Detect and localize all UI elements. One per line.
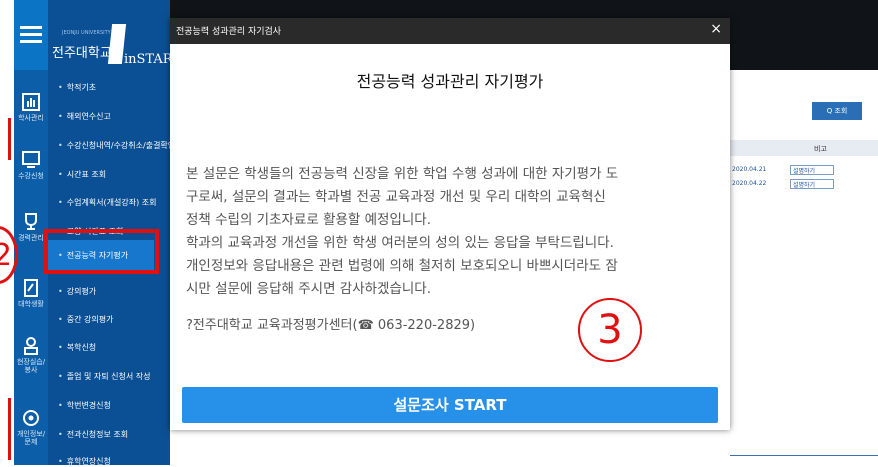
survey-start-button[interactable]: 설문조사 START <box>182 387 718 423</box>
rail-item-label: 경력관리 <box>18 234 44 242</box>
annotation-dash <box>8 398 11 460</box>
annotation-dash <box>8 118 11 160</box>
gear-icon <box>23 410 39 426</box>
table-row: 2020.04.21 설명하기 <box>730 164 878 176</box>
menu-item[interactable]: 중간 강의평가 <box>58 314 114 325</box>
table-header: 비고 <box>730 140 878 156</box>
modal-body: 본 설문은 학생들의 전공능력 신장을 위한 학업 수행 성과에 대한 자기평가… <box>186 163 716 301</box>
menu-item[interactable]: 전과신청정보 조회 <box>58 429 128 440</box>
rail-item-academic[interactable]: 학사관리 <box>14 92 48 122</box>
background-content <box>730 70 878 465</box>
menu-item[interactable]: 수업계획서(개설강좌) 조회 <box>58 197 157 208</box>
modal-contact: ?전주대학교 교육과정평가센터(☎ 063-220-2829) <box>186 318 476 333</box>
rail-item-career[interactable]: 경력관리 <box>14 212 48 242</box>
person-icon <box>24 337 38 355</box>
rail-item-registration[interactable]: 수강신청 <box>14 150 48 180</box>
rail-item-personal[interactable]: 개인정보/문제 <box>14 408 48 446</box>
menu-item[interactable]: 복학신청 <box>58 342 96 353</box>
table-header-remark: 비고 <box>814 145 827 153</box>
table-row-button[interactable]: 설명하기 <box>790 165 834 175</box>
trophy-icon <box>25 213 37 230</box>
modal-body-line: 정책 수립의 기초자료로 활용할 예정입니다. <box>186 212 432 228</box>
chart-icon <box>22 93 40 111</box>
close-icon[interactable]: × <box>710 21 722 37</box>
table-row-date: 2020.04.21 <box>732 166 767 173</box>
menu-item[interactable]: 시간표 조회 <box>58 169 106 180</box>
table-row-date: 2020.04.22 <box>732 180 767 187</box>
menu-item[interactable]: 졸업 및 자퇴 신청서 작성 <box>58 371 151 382</box>
document-icon <box>24 279 38 297</box>
rail-item-label: 학사관리 <box>18 114 44 122</box>
table-row-button[interactable]: 설명하기 <box>790 179 834 189</box>
modal-body-line: 구로써, 설문의 결과는 학과별 전공 교육과정 개선 및 우리 대학의 교육혁… <box>186 189 606 205</box>
rail-item-label: 수강신청 <box>18 172 44 180</box>
menu-item[interactable]: 학적기초 <box>58 82 96 93</box>
menu-item[interactable]: 학번변경신청 <box>58 400 111 411</box>
modal-body-line: 본 설문은 학생들의 전공능력 신장을 위한 학업 수행 성과에 대한 자기평가… <box>186 166 619 182</box>
rail-item-campus-life[interactable]: 대학생활 <box>14 278 48 308</box>
modal-header-title: 전공능력 성과관리 자기검사 <box>176 27 282 37</box>
search-button[interactable]: Q 조회 <box>812 102 862 120</box>
rail-item-label: 대학생활 <box>18 300 44 308</box>
modal-header: 전공능력 성과관리 자기검사 × <box>170 18 730 44</box>
menu-item[interactable]: 휴학연장신청 <box>58 456 111 467</box>
background-divider <box>730 455 878 465</box>
survey-modal: 전공능력 성과관리 자기검사 × 전공능력 성과관리 자기평가 본 설문은 학생… <box>170 18 730 430</box>
rail-item-field-practice[interactable]: 현장실습/봉사 <box>14 336 48 374</box>
rail-item-label: 현장실습/봉사 <box>16 358 46 374</box>
icon-rail: 학사관리 수강신청 경력관리 대학생활 현장실습/봉사 개인정보/문제 <box>14 0 48 465</box>
annotation-step-3: 3 <box>578 298 642 362</box>
hamburger-menu-button[interactable] <box>14 0 48 70</box>
annotation-step-2-label: 2 <box>0 238 12 273</box>
modal-body-line: 개인정보와 응답내용은 관련 법령에 의해 철저히 보호되오니 바쁘시더라도 잠 <box>186 258 618 274</box>
table-row: 2020.04.22 설명하기 <box>730 178 878 190</box>
modal-title: 전공능력 성과관리 자기평가 <box>356 72 544 91</box>
modal-body-line: 시만 설문에 응답해 주시면 감사하겠습니다. <box>186 281 432 297</box>
menu-item[interactable]: 강의평가 <box>58 286 96 297</box>
modal-body-line: 학과의 교육과정 개선을 위한 학생 여러분의 성의 있는 응답을 부탁드립니다… <box>186 235 614 251</box>
brand-logo: JEONJU UNIVERSITY 전주대학교 inSTAR <box>48 0 173 70</box>
menu-item[interactable]: 해외연수신고 <box>58 111 111 122</box>
brand-system: inSTAR <box>124 52 173 67</box>
annotation-highlight-box <box>44 229 159 274</box>
rail-item-label: 개인정보/문제 <box>16 430 46 446</box>
brand-university: 전주대학교 <box>52 46 112 61</box>
menu-item[interactable]: 수강신청내역/수강취소/출결확인 <box>58 140 175 151</box>
monitor-icon <box>22 151 40 168</box>
brand-small-text: JEONJU UNIVERSITY <box>62 30 111 36</box>
